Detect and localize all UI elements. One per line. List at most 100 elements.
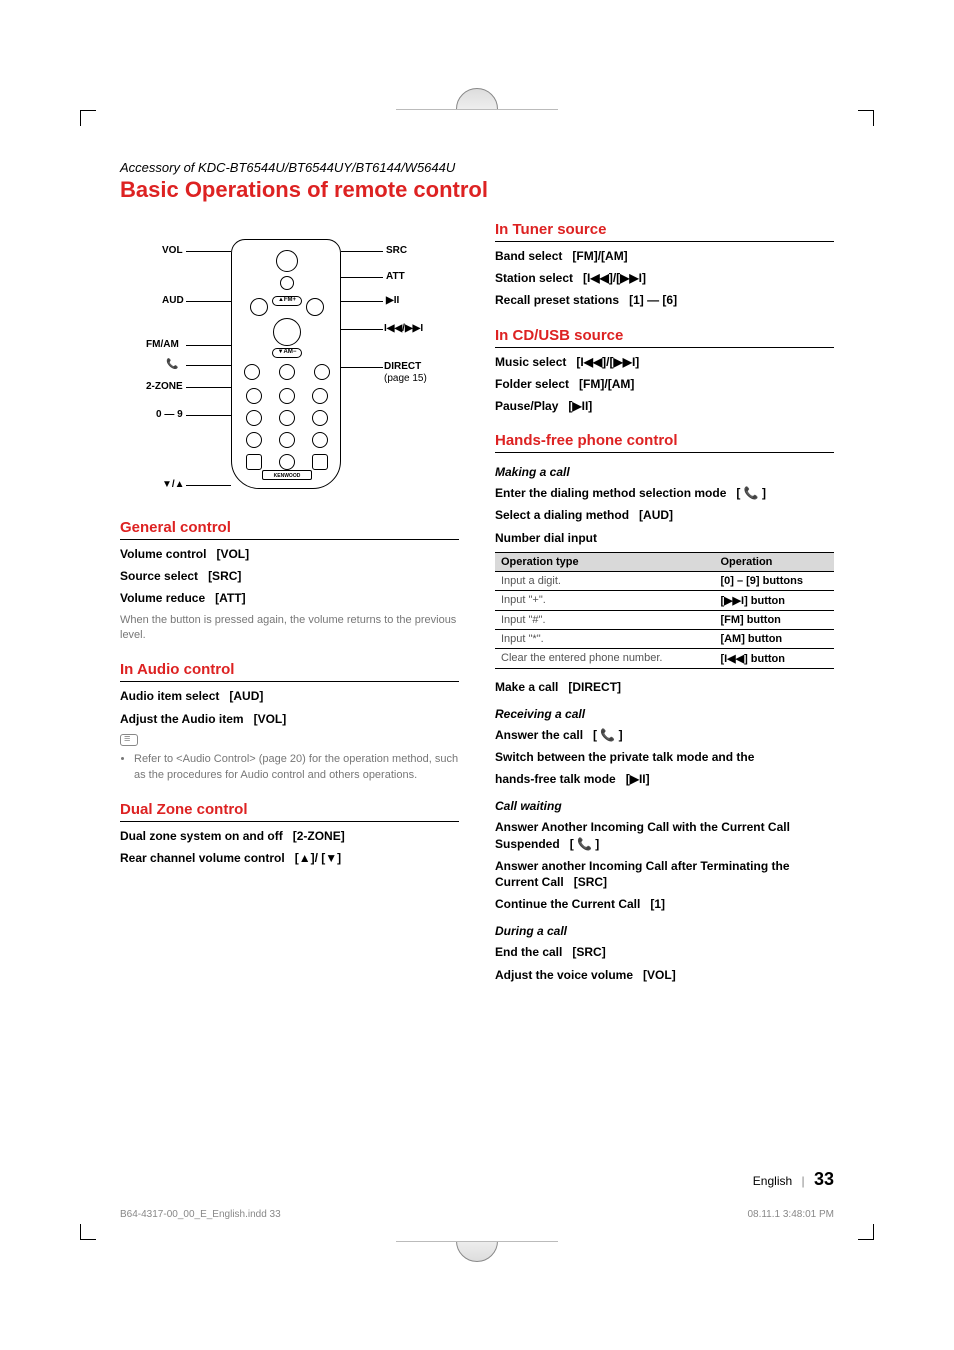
label: Answer Another Incoming Call with the Cu… <box>495 820 790 850</box>
item: End the call [SRC] <box>495 944 834 960</box>
item: Volume control [VOL] <box>120 546 459 562</box>
button-ref: [SRC] <box>572 945 605 959</box>
remote-am-button: ▼AM− <box>272 348 302 358</box>
item: Adjust the voice volume [VOL] <box>495 967 834 983</box>
button-ref: [1] — [6] <box>629 293 677 307</box>
th-type: Operation type <box>495 552 714 571</box>
crop-mark <box>858 1224 874 1240</box>
button-ref: [ATT] <box>215 591 245 605</box>
remote-key <box>246 388 262 404</box>
cell: [AM] button <box>714 629 834 648</box>
remote-phone-button <box>244 364 260 380</box>
remote-label-prevnext: I◀◀/▶▶I <box>384 323 423 334</box>
item: Answer the call [ 📞 ] <box>495 727 834 743</box>
button-ref: [ 📞 ] <box>736 486 766 500</box>
lead <box>341 251 383 252</box>
remote-key <box>279 410 295 426</box>
page-title: Basic Operations of remote control <box>120 177 834 203</box>
item: Continue the Current Call [1] <box>495 896 834 912</box>
note-block: Refer to <Audio Control> (page 20) for t… <box>120 733 459 783</box>
right-column: In Tuner source Band select [FM]/[AM] St… <box>495 221 834 989</box>
label: End the call <box>495 945 562 959</box>
remote-diagram: ▲FM+ ▼AM− <box>126 231 456 501</box>
label: Answer another Incoming Call after Termi… <box>495 859 790 889</box>
footer-indd: B64-4317-00_00_E_English.indd 33 <box>120 1209 281 1220</box>
item: Make a call [DIRECT] <box>495 679 834 695</box>
button-ref: [FM]/[AM] <box>579 377 634 391</box>
remote-key <box>279 432 295 448</box>
item: Enter the dialing method selection mode … <box>495 485 834 501</box>
remote-up-button <box>312 454 328 470</box>
label: Rear channel volume control <box>120 851 285 865</box>
page-body: Accessory of KDC-BT6544U/BT6544UY/BT6144… <box>120 160 834 1190</box>
label: Recall preset stations <box>495 293 619 307</box>
sub-waiting: Call waiting <box>495 799 834 813</box>
table-row: Input "#".[FM] button <box>495 610 834 629</box>
button-ref: [ 📞 ] <box>570 837 600 851</box>
lead <box>186 387 231 388</box>
section-audio: In Audio control <box>120 661 459 682</box>
remote-label-vol: VOL <box>162 245 183 256</box>
label: Number dial input <box>495 531 597 545</box>
button-ref: [▶II] <box>568 399 592 413</box>
label: Band select <box>495 249 562 263</box>
lead <box>341 277 383 278</box>
cell: Input "*". <box>495 629 714 648</box>
button-ref: [▶II] <box>626 772 650 786</box>
remote-body: ▲FM+ ▼AM− <box>231 239 341 489</box>
remote-label-aud: AUD <box>162 295 184 306</box>
label: Volume reduce <box>120 591 205 605</box>
button-ref: [DIRECT] <box>568 680 621 694</box>
remote-key <box>246 410 262 426</box>
fold-mark <box>456 88 498 130</box>
th-op: Operation <box>714 552 834 571</box>
sub-during: During a call <box>495 924 834 938</box>
cell: Input "+". <box>495 590 714 610</box>
cell: [0] – [9] buttons <box>714 571 834 590</box>
button-ref: [I◀◀]/[▶▶I] <box>583 271 646 285</box>
table-row: Input a digit.[0] – [9] buttons <box>495 571 834 590</box>
item: Adjust the Audio item [VOL] <box>120 711 459 727</box>
button-ref: [AUD] <box>229 689 263 703</box>
footer-timestamp: 08.11.1 3:48:01 PM <box>747 1209 834 1220</box>
sub-making: Making a call <box>495 465 834 479</box>
note-bullet: Refer to <Audio Control> (page 20) for t… <box>134 752 459 783</box>
button-ref: [VOL] <box>216 547 249 561</box>
left-column: ▲FM+ ▼AM− <box>120 221 459 989</box>
cell: Input a digit. <box>495 571 714 590</box>
label: Select a dialing method <box>495 508 629 522</box>
label: Adjust the voice volume <box>495 968 633 982</box>
lead <box>341 301 383 302</box>
remote-label-att: ATT <box>386 271 405 282</box>
fold-mark <box>456 1220 498 1262</box>
button-ref: [▲]/ [▼] <box>295 851 341 865</box>
lead <box>186 301 231 302</box>
remote-down-button <box>246 454 262 470</box>
cell: Clear the entered phone number. <box>495 648 714 668</box>
lead <box>186 415 231 416</box>
item: Pause/Play [▶II] <box>495 398 834 414</box>
section-cdusb: In CD/USB source <box>495 327 834 348</box>
lead <box>186 345 231 346</box>
page-number: English | 33 <box>753 1169 834 1190</box>
item: Switch between the private talk mode and… <box>495 749 834 765</box>
item: Select a dialing method [AUD] <box>495 507 834 523</box>
button-ref: [VOL] <box>254 712 287 726</box>
button-ref: [ 📞 ] <box>593 728 623 742</box>
remote-key <box>312 388 328 404</box>
remote-label-digits: 0 — 9 <box>156 409 183 420</box>
note-icon <box>120 734 138 746</box>
note-text: When the button is pressed again, the vo… <box>120 613 459 644</box>
button-ref: [FM]/[AM] <box>572 249 627 263</box>
label: hands-free talk mode <box>495 772 616 786</box>
crop-mark <box>80 110 96 126</box>
label: Folder select <box>495 377 569 391</box>
cell: [I◀◀] button <box>714 648 834 668</box>
remote-key <box>279 454 295 470</box>
lead <box>186 365 231 366</box>
label: Music select <box>495 355 566 369</box>
label: Enter the dialing method selection mode <box>495 486 726 500</box>
section-tuner: In Tuner source <box>495 221 834 242</box>
label: Audio item select <box>120 689 219 703</box>
sub-receiving: Receiving a call <box>495 707 834 721</box>
